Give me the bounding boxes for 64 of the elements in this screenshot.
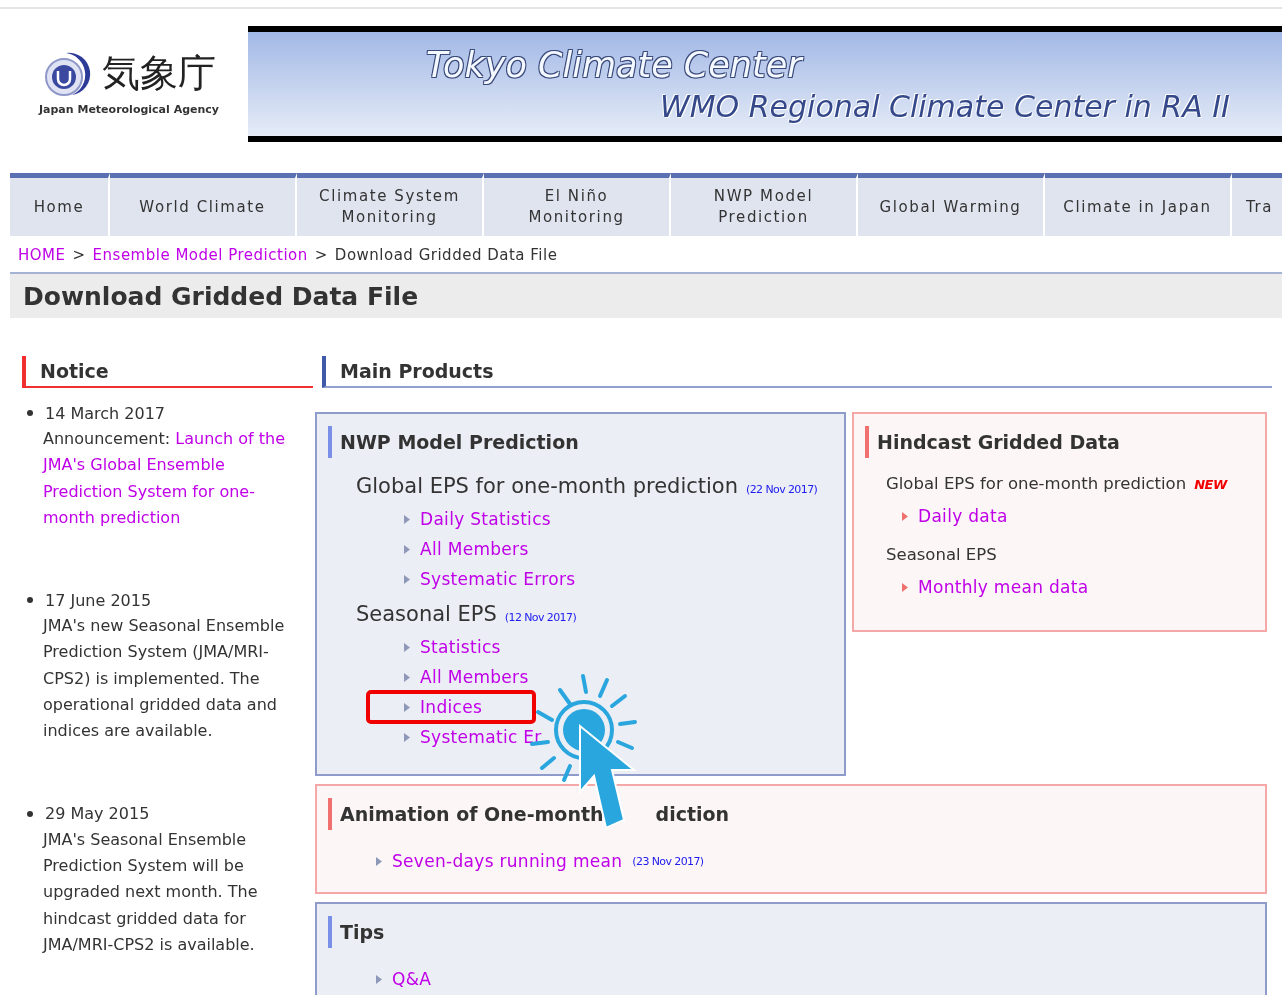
update-date: (22 Nov 2017) <box>746 483 818 496</box>
group-title: Seasonal EPS <box>356 602 497 626</box>
nav-tab[interactable]: NWP Model Prediction <box>671 173 858 236</box>
product-link[interactable]: All Members <box>420 667 529 687</box>
nav-tab[interactable]: Climate System Monitoring <box>297 173 484 236</box>
update-date: (23 Nov 2017) <box>632 854 704 868</box>
group-title: Seasonal EPS <box>886 545 997 564</box>
product-link[interactable]: Systematic Errors <box>420 569 576 589</box>
group-title: Global EPS for one-month prediction <box>886 474 1187 493</box>
triangle-bullet-icon <box>376 856 382 866</box>
triangle-bullet-icon <box>404 574 410 584</box>
breadcrumb-link[interactable]: Ensemble Model Prediction <box>92 246 308 264</box>
nav-tab[interactable]: Tra <box>1232 173 1282 236</box>
triangle-bullet-icon <box>404 702 410 712</box>
triangle-bullet-icon <box>376 974 382 984</box>
triangle-bullet-icon <box>404 544 410 554</box>
main-products-heading: Main Products <box>322 356 1272 388</box>
breadcrumb-separator: > <box>314 246 328 264</box>
product-link[interactable]: Indices <box>420 697 483 717</box>
panel-heading-fragment: diction <box>655 803 730 825</box>
notice-date: 17 June 2015 <box>45 590 152 610</box>
update-date: (12 Nov 2017) <box>504 611 577 624</box>
triangle-bullet-icon <box>404 672 410 682</box>
product-link[interactable]: Seven-days running mean <box>392 851 623 871</box>
product-link[interactable]: Monthly mean data <box>918 577 1089 597</box>
triangle-bullet-icon <box>902 511 908 521</box>
notice-text: Announcement: Launch of the JMA's Global Ensemble Prediction System for one-month prediction <box>43 428 287 529</box>
banner-subtitle: WMO Regional Climate Center in RA II <box>660 92 1231 122</box>
product-link[interactable]: Daily Statistics <box>420 509 551 529</box>
breadcrumb-link[interactable]: HOME <box>18 246 66 264</box>
nav-tab[interactable]: Home <box>10 173 110 236</box>
notice-date: 29 May 2015 <box>45 804 150 824</box>
triangle-bullet-icon <box>404 514 410 524</box>
agency-name: 気象庁 <box>102 53 216 95</box>
breadcrumb-current: Download Gridded Data File <box>334 246 558 264</box>
breadcrumb-separator: > <box>72 246 86 264</box>
group-title: Global EPS for one-month prediction <box>356 474 738 498</box>
page-title: Download Gridded Data File <box>23 281 419 311</box>
triangle-bullet-icon <box>902 582 908 592</box>
product-link[interactable]: Q&A <box>392 969 432 989</box>
triangle-bullet-icon <box>404 732 410 742</box>
notice-text: JMA's Seasonal Ensemble Prediction System will be upgraded next month. The hindcast gridded data for JMA/MRI-CPS2 is available. <box>43 828 259 956</box>
notice-text: JMA's new Seasonal Ensemble Prediction System (JMA/MRI-CPS2) is implemented. The operational gridded data and indices are available. <box>43 615 286 743</box>
panel-heading: Animation of One-month <box>340 803 604 825</box>
product-link[interactable]: Systematic Er <box>420 727 542 747</box>
panel-heading: Hindcast Gridded Data <box>865 426 1255 458</box>
notice-date: 14 March 2017 <box>45 403 166 423</box>
agency-name-english: Japan Meteorological Agency <box>39 103 219 116</box>
bullet-icon <box>27 597 33 604</box>
banner-title: Tokyo Climate Center <box>426 48 805 83</box>
nav-tab[interactable]: El Niño Monitoring <box>484 173 671 236</box>
product-link[interactable]: Statistics <box>420 637 501 657</box>
triangle-bullet-icon <box>404 642 410 652</box>
product-link[interactable]: Daily data <box>918 506 1008 526</box>
nav-tab[interactable]: Global Warming <box>858 173 1045 236</box>
nav-tab[interactable]: World Climate <box>110 173 297 236</box>
bullet-icon <box>27 410 33 416</box>
nav-tab[interactable]: Climate in Japan <box>1045 173 1232 236</box>
new-label: NEW <box>1194 477 1227 492</box>
bullet-icon <box>27 810 33 817</box>
panel-heading: Tips <box>328 916 1255 948</box>
panel-heading: NWP Model Prediction <box>328 426 834 458</box>
notice-heading: Notice <box>22 356 313 388</box>
product-link[interactable]: All Members <box>420 539 529 559</box>
